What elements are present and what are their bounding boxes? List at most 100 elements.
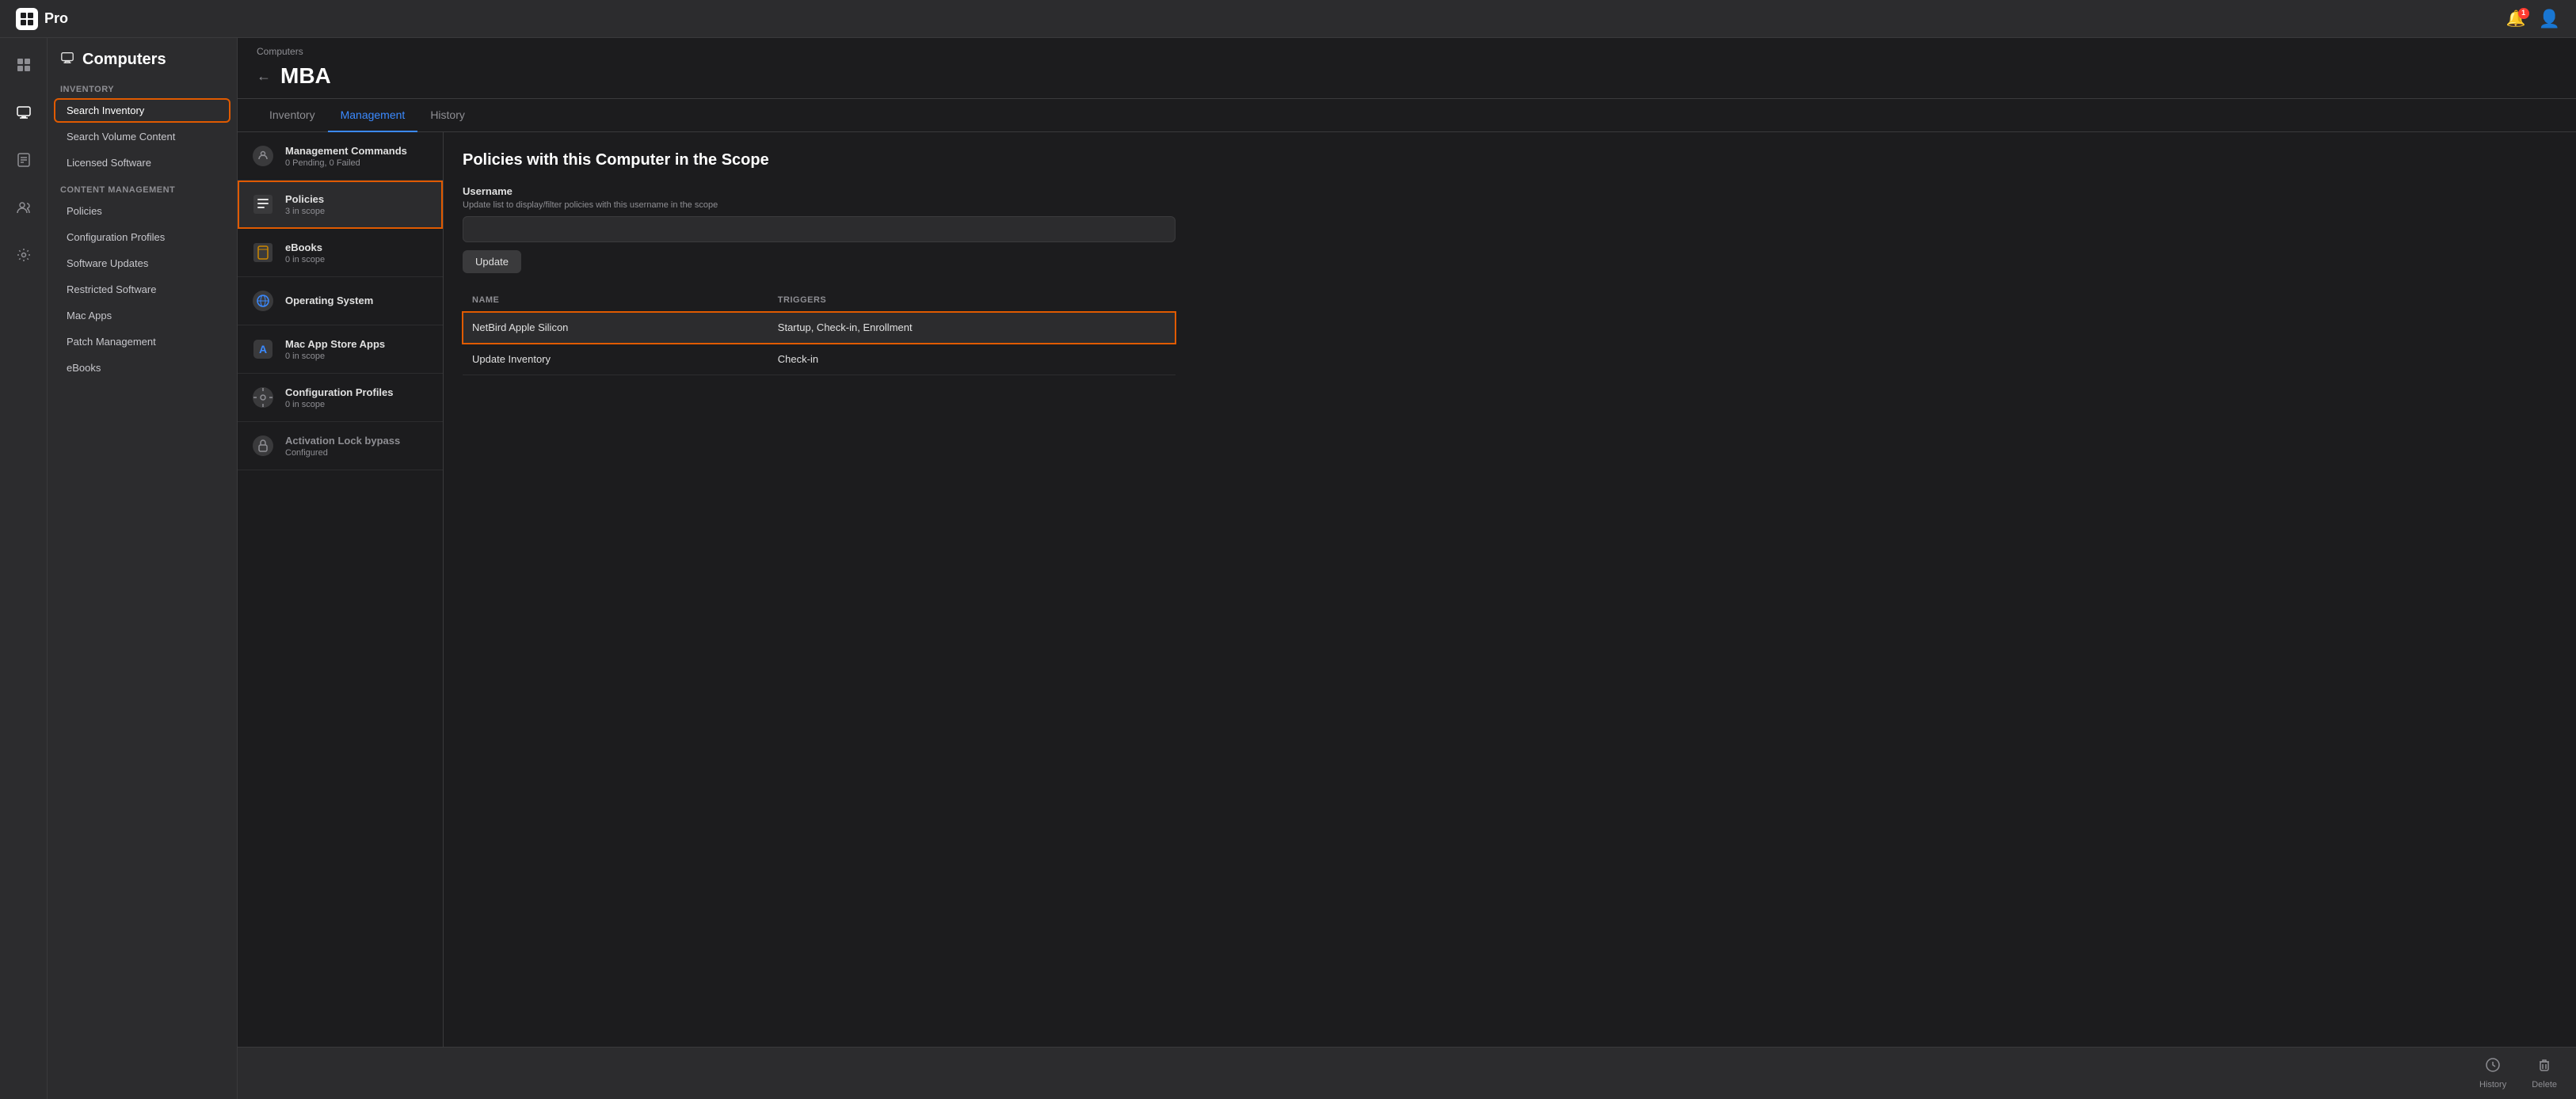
username-sublabel: Update list to display/filter policies w… bbox=[463, 200, 2557, 210]
table-row[interactable]: Update Inventory Check-in bbox=[463, 344, 1176, 375]
sidebar-item-search-volume-content[interactable]: Search Volume Content bbox=[54, 124, 231, 149]
secondary-sidebar: Computers Inventory Search Inventory Sea… bbox=[48, 38, 238, 1099]
sidebar-item-policies[interactable]: Policies bbox=[54, 199, 231, 223]
sidebar-item-reports[interactable] bbox=[10, 146, 38, 174]
column-name: NAME bbox=[463, 289, 768, 312]
back-button[interactable]: ← bbox=[257, 68, 271, 85]
sidebar-item-patch-management[interactable]: Patch Management bbox=[54, 329, 231, 354]
svg-text:A: A bbox=[259, 343, 267, 356]
username-input[interactable] bbox=[463, 216, 1176, 242]
detail-title: Policies with this Computer in the Scope bbox=[463, 151, 2557, 169]
table-row[interactable]: NetBird Apple Silicon Startup, Check-in,… bbox=[463, 312, 1176, 344]
operating-system-text: Operating System bbox=[285, 295, 430, 308]
activation-lock-icon bbox=[250, 433, 276, 458]
split-pane: Management Commands 0 Pending, 0 Failed bbox=[238, 132, 2576, 1047]
tab-management[interactable]: Management bbox=[328, 99, 418, 132]
operating-system-icon bbox=[250, 288, 276, 314]
detail-panel: Policies with this Computer in the Scope… bbox=[444, 132, 2576, 1047]
management-commands-text: Management Commands 0 Pending, 0 Failed bbox=[285, 145, 430, 168]
tabs-bar: Inventory Management History bbox=[238, 99, 2576, 132]
sidebar-item-mac-apps[interactable]: Mac Apps bbox=[54, 303, 231, 328]
delete-icon bbox=[2536, 1057, 2552, 1077]
configuration-profiles-text: Configuration Profiles 0 in scope bbox=[285, 386, 430, 409]
logo-icon bbox=[16, 8, 38, 30]
management-commands-icon bbox=[250, 143, 276, 169]
notification-badge: 1 bbox=[2518, 8, 2529, 19]
configuration-profiles-sub: 0 in scope bbox=[285, 400, 430, 409]
activation-lock-name: Activation Lock bypass bbox=[285, 435, 430, 447]
policies-sub: 3 in scope bbox=[285, 207, 430, 216]
app-name: Pro bbox=[44, 10, 68, 27]
secondary-sidebar-header: Computers bbox=[48, 38, 237, 75]
sidebar-item-licensed-software[interactable]: Licensed Software bbox=[54, 150, 231, 175]
main-layout: Computers Inventory Search Inventory Sea… bbox=[0, 38, 2576, 1099]
tab-history[interactable]: History bbox=[417, 99, 478, 132]
mac-app-store-icon: A bbox=[250, 337, 276, 362]
top-nav-actions: 🔔 1 👤 bbox=[2506, 9, 2560, 29]
delete-label: Delete bbox=[2532, 1080, 2557, 1089]
column-triggers: TRIGGERS bbox=[768, 289, 1176, 312]
configuration-profiles-name: Configuration Profiles bbox=[285, 386, 430, 398]
update-button[interactable]: Update bbox=[463, 250, 521, 273]
mac-app-store-name: Mac App Store Apps bbox=[285, 338, 430, 350]
ebooks-sub: 0 in scope bbox=[285, 255, 430, 264]
ebooks-icon bbox=[250, 240, 276, 265]
ebooks-text: eBooks 0 in scope bbox=[285, 241, 430, 264]
breadcrumb: Computers bbox=[238, 38, 2576, 60]
history-label: History bbox=[2479, 1080, 2506, 1089]
activation-lock-sub: Configured bbox=[285, 448, 430, 458]
top-nav: Pro 🔔 1 👤 bbox=[0, 0, 2576, 38]
sidebar-item-computers[interactable] bbox=[10, 98, 38, 127]
computers-icon bbox=[60, 51, 74, 69]
history-action[interactable]: History bbox=[2479, 1057, 2506, 1089]
content-area: Computers ← MBA Inventory Management His… bbox=[238, 38, 2576, 1099]
operating-system-name: Operating System bbox=[285, 295, 430, 306]
list-item-mac-app-store-apps[interactable]: A Mac App Store Apps 0 in scope bbox=[238, 325, 443, 374]
history-icon bbox=[2485, 1057, 2501, 1077]
row-name-2: Update Inventory bbox=[463, 344, 768, 375]
list-item-policies[interactable]: Policies 3 in scope bbox=[238, 181, 443, 229]
user-profile-button[interactable]: 👤 bbox=[2539, 9, 2560, 29]
list-item-management-commands[interactable]: Management Commands 0 Pending, 0 Failed bbox=[238, 132, 443, 181]
app-logo: Pro bbox=[16, 8, 68, 30]
management-commands-sub: 0 Pending, 0 Failed bbox=[285, 158, 430, 168]
row-name-1: NetBird Apple Silicon bbox=[463, 312, 768, 344]
username-label: Username bbox=[463, 185, 2557, 197]
icon-sidebar bbox=[0, 38, 48, 1099]
delete-action[interactable]: Delete bbox=[2532, 1057, 2557, 1089]
bottom-bar: History Delete bbox=[238, 1047, 2576, 1099]
list-item-operating-system[interactable]: Operating System bbox=[238, 277, 443, 325]
section-label-inventory: Inventory bbox=[48, 75, 237, 97]
sidebar-item-software-updates[interactable]: Software Updates bbox=[54, 251, 231, 276]
management-commands-name: Management Commands bbox=[285, 145, 430, 157]
notifications-button[interactable]: 🔔 1 bbox=[2506, 11, 2526, 27]
sidebar-item-settings[interactable] bbox=[10, 241, 38, 269]
section-label-content-management: Content Management bbox=[48, 176, 237, 198]
sidebar-item-configuration-profiles[interactable]: Configuration Profiles bbox=[54, 225, 231, 249]
activation-lock-text: Activation Lock bypass Configured bbox=[285, 435, 430, 458]
sidebar-item-search-inventory[interactable]: Search Inventory bbox=[54, 98, 231, 123]
page-title: MBA bbox=[280, 63, 331, 89]
sidebar-item-ebooks[interactable]: eBooks bbox=[54, 356, 231, 380]
sidebar-item-dashboard[interactable] bbox=[10, 51, 38, 79]
sidebar-item-restricted-software[interactable]: Restricted Software bbox=[54, 277, 231, 302]
list-item-configuration-profiles[interactable]: Configuration Profiles 0 in scope bbox=[238, 374, 443, 422]
username-section: Username Update list to display/filter p… bbox=[463, 185, 2557, 273]
policies-table: NAME TRIGGERS NetBird Apple Silicon Star… bbox=[463, 289, 1176, 375]
page-header: ← MBA bbox=[238, 60, 2576, 99]
policies-name: Policies bbox=[285, 193, 430, 205]
sidebar-item-users[interactable] bbox=[10, 193, 38, 222]
ebooks-name: eBooks bbox=[285, 241, 430, 253]
mac-app-store-sub: 0 in scope bbox=[285, 352, 430, 361]
list-panel: Management Commands 0 Pending, 0 Failed bbox=[238, 132, 444, 1047]
list-item-ebooks[interactable]: eBooks 0 in scope bbox=[238, 229, 443, 277]
mac-app-store-text: Mac App Store Apps 0 in scope bbox=[285, 338, 430, 361]
secondary-sidebar-title: Computers bbox=[82, 51, 166, 69]
policies-text: Policies 3 in scope bbox=[285, 193, 430, 216]
configuration-profiles-icon bbox=[250, 385, 276, 410]
policies-icon bbox=[250, 192, 276, 217]
row-triggers-2: Check-in bbox=[768, 344, 1176, 375]
list-item-activation-lock-bypass[interactable]: Activation Lock bypass Configured bbox=[238, 422, 443, 470]
row-triggers-1: Startup, Check-in, Enrollment bbox=[768, 312, 1176, 344]
tab-inventory[interactable]: Inventory bbox=[257, 99, 328, 132]
